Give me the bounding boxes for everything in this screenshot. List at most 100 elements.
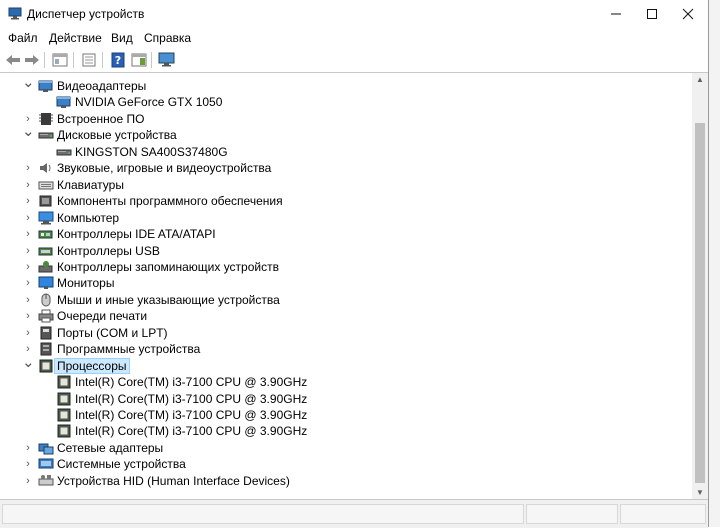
status-cell: [620, 504, 706, 524]
tree-category-label: Дисковые устройства: [57, 128, 177, 143]
console-tree-icon: [52, 53, 68, 67]
tree-category-row[interactable]: › Компьютер: [0, 210, 680, 226]
close-icon: [682, 8, 694, 20]
processor-icon: [57, 408, 71, 422]
chevron-down-icon[interactable]: ⌄: [22, 355, 35, 373]
tree-device-label: Intel(R) Core(TM) i3-7100 CPU @ 3.90GHz: [75, 424, 308, 439]
chevron-right-icon[interactable]: ›: [22, 474, 34, 488]
tree-category-row[interactable]: › Контроллеры USB: [0, 243, 680, 259]
scrollbar-thumb[interactable]: [695, 123, 705, 483]
scroll-down-arrow-icon[interactable]: ▼: [692, 486, 708, 500]
chevron-right-icon[interactable]: ›: [22, 161, 34, 175]
chevron-down-icon[interactable]: ⌄: [22, 124, 35, 142]
forward-arrow-icon: [25, 55, 39, 65]
tree-category-row[interactable]: › Устройства HID (Human Interface Devices…: [0, 473, 680, 489]
disk-drive-icon: [56, 149, 72, 156]
properties-icon: [82, 53, 96, 67]
monitor-icon: [38, 276, 54, 290]
tree-category-row[interactable]: › Клавиатуры: [0, 177, 680, 193]
tree-category-row[interactable]: › Компоненты программного обеспечения: [0, 193, 680, 209]
tree-category-row[interactable]: ⌄ Видеоадаптеры: [0, 75, 680, 94]
chevron-right-icon[interactable]: ›: [22, 441, 34, 455]
system-device-icon: [38, 458, 54, 469]
tree-category-label: Видеоадаптеры: [57, 79, 147, 93]
chevron-right-icon[interactable]: ›: [22, 260, 34, 274]
minimize-button[interactable]: [598, 0, 634, 28]
tree-category-row[interactable]: › Мыши и иные указывающие устройства: [0, 292, 680, 308]
chevron-right-icon[interactable]: ›: [22, 309, 34, 323]
tree-category-row[interactable]: › Контроллеры IDE ATA/ATAPI: [0, 226, 680, 242]
scan-hardware-button[interactable]: [158, 51, 176, 69]
tree-category-label: Клавиатуры: [57, 177, 124, 192]
tree-category-row[interactable]: › Системные устройства: [0, 456, 680, 472]
chevron-right-icon[interactable]: ›: [22, 227, 34, 241]
keyboard-icon: [38, 181, 54, 190]
chevron-right-icon[interactable]: ›: [22, 293, 34, 307]
back-button[interactable]: [4, 51, 22, 69]
device-manager-window: Диспетчер устройств Файл Действие Вид Сп…: [0, 0, 709, 528]
tree-category-row[interactable]: › Порты (COM и LPT): [0, 325, 680, 341]
tree-category-label: Встроенное ПО: [57, 111, 145, 126]
tree-category-row[interactable]: › Сетевые адаптеры: [0, 440, 680, 456]
tree-category-row[interactable]: › Программные устройства: [0, 341, 680, 357]
mouse-icon: [41, 293, 51, 307]
tree-category-row[interactable]: › Встроенное ПО: [0, 111, 680, 127]
chevron-right-icon[interactable]: ›: [22, 457, 34, 471]
status-cell: [526, 504, 618, 524]
chevron-right-icon[interactable]: ›: [22, 244, 34, 258]
tree-device-row[interactable]: Intel(R) Core(TM) i3-7100 CPU @ 3.90GHz: [0, 391, 680, 407]
chevron-right-icon[interactable]: ›: [22, 194, 34, 208]
title-bar[interactable]: Диспетчер устройств: [0, 0, 708, 28]
chevron-right-icon[interactable]: ›: [22, 276, 34, 290]
vertical-scrollbar[interactable]: ▲ ▼: [692, 73, 708, 500]
tree-category-label: Мыши и иные указывающие устройства: [57, 292, 280, 307]
tree-device-row[interactable]: KINGSTON SA400S37480G: [0, 144, 680, 160]
status-cell: [2, 504, 524, 524]
menu-view[interactable]: Вид: [111, 31, 133, 45]
processor-icon: [57, 424, 71, 438]
tree-device-label: NVIDIA GeForce GTX 1050: [75, 95, 223, 110]
tree-category-label: Компоненты программного обеспечения: [57, 194, 283, 209]
menu-action[interactable]: Действие: [49, 31, 102, 45]
tree-device-row[interactable]: Intel(R) Core(TM) i3-7100 CPU @ 3.90GHz: [0, 374, 680, 390]
tree-device-row[interactable]: Intel(R) Core(TM) i3-7100 CPU @ 3.90GHz: [0, 423, 680, 439]
close-button[interactable]: [670, 0, 706, 28]
tree-device-label: KINGSTON SA400S37480G: [75, 144, 228, 159]
properties-button[interactable]: [80, 51, 98, 69]
show-hide-console-tree-button[interactable]: [51, 51, 69, 69]
tree-category-label: Процессоры: [54, 357, 130, 374]
chevron-down-icon[interactable]: ⌄: [22, 75, 35, 93]
action-pane-button[interactable]: [130, 51, 148, 69]
minimize-icon: [611, 13, 621, 15]
maximize-icon: [647, 9, 657, 19]
tree-category-row[interactable]: › Мониторы: [0, 275, 680, 291]
tree-device-row[interactable]: Intel(R) Core(TM) i3-7100 CPU @ 3.90GHz: [0, 407, 680, 423]
chevron-right-icon[interactable]: ›: [22, 211, 34, 225]
tree-category-row[interactable]: › Контроллеры запоминающих устройств: [0, 259, 680, 275]
tree-category-label: Компьютер: [57, 210, 120, 225]
tree-category-row[interactable]: › Звуковые, игровые и видеоустройства: [0, 160, 680, 176]
tree-device-label: Intel(R) Core(TM) i3-7100 CPU @ 3.90GHz: [75, 391, 308, 406]
chevron-right-icon[interactable]: ›: [22, 326, 34, 340]
tree-category-label: Контроллеры запоминающих устройств: [57, 259, 279, 274]
menu-file[interactable]: Файл: [8, 31, 38, 45]
background-window-edge: [709, 0, 720, 527]
tree-device-row[interactable]: NVIDIA GeForce GTX 1050: [0, 94, 680, 110]
tree-category-row[interactable]: › Очереди печати: [0, 308, 680, 324]
scroll-up-arrow-icon[interactable]: ▲: [692, 73, 708, 87]
chevron-right-icon[interactable]: ›: [22, 178, 34, 192]
device-tree[interactable]: ⌄ Видеоадаптеры NVIDIA GeForce GTX 1050 › Вс…: [0, 73, 690, 500]
forward-button[interactable]: [23, 51, 41, 69]
tree-device-label: Intel(R) Core(TM) i3-7100 CPU @ 3.90GHz: [75, 408, 308, 422]
maximize-button[interactable]: [634, 0, 670, 28]
tree-category-label: Очереди печати: [57, 309, 148, 324]
storage-controller-icon: [38, 260, 53, 273]
help-button[interactable]: ?: [109, 51, 127, 69]
processor-icon: [57, 392, 71, 406]
toolbar-separator: [102, 52, 103, 68]
scan-hardware-monitor-icon: [158, 52, 175, 67]
menu-help[interactable]: Справка: [144, 31, 191, 45]
tree-category-label: Порты (COM и LPT): [57, 325, 168, 340]
tree-category-row[interactable]: ⌄ Процессоры: [0, 355, 680, 374]
tree-category-row[interactable]: ⌄ Дисковые устройства: [0, 124, 680, 143]
